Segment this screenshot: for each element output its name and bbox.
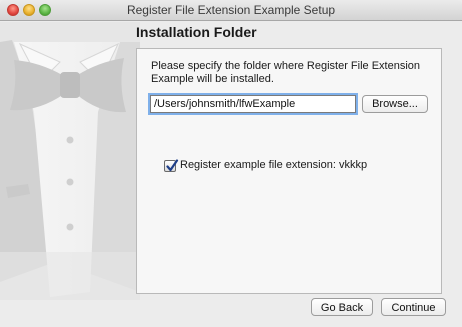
window-title: Register File Extension Example Setup	[126, 3, 336, 17]
continue-button[interactable]: Continue	[381, 298, 446, 316]
go-back-button[interactable]: Go Back	[311, 298, 373, 316]
folder-description: Please specify the folder where Register…	[151, 60, 421, 85]
installer-window: Register File Extension Example Setup In…	[0, 0, 462, 327]
page-heading: Installation Folder	[136, 24, 257, 40]
title-bar[interactable]: Register File Extension Example Setup	[0, 0, 462, 21]
checkmark-icon	[166, 159, 179, 172]
register-extension-label: Register example file extension: vkkkp	[180, 159, 368, 171]
register-extension-checkbox[interactable]	[164, 159, 179, 172]
install-folder-input[interactable]	[150, 95, 356, 113]
tuxedo-bowtie-icon	[0, 22, 140, 300]
browse-button[interactable]: Browse...	[362, 95, 428, 113]
